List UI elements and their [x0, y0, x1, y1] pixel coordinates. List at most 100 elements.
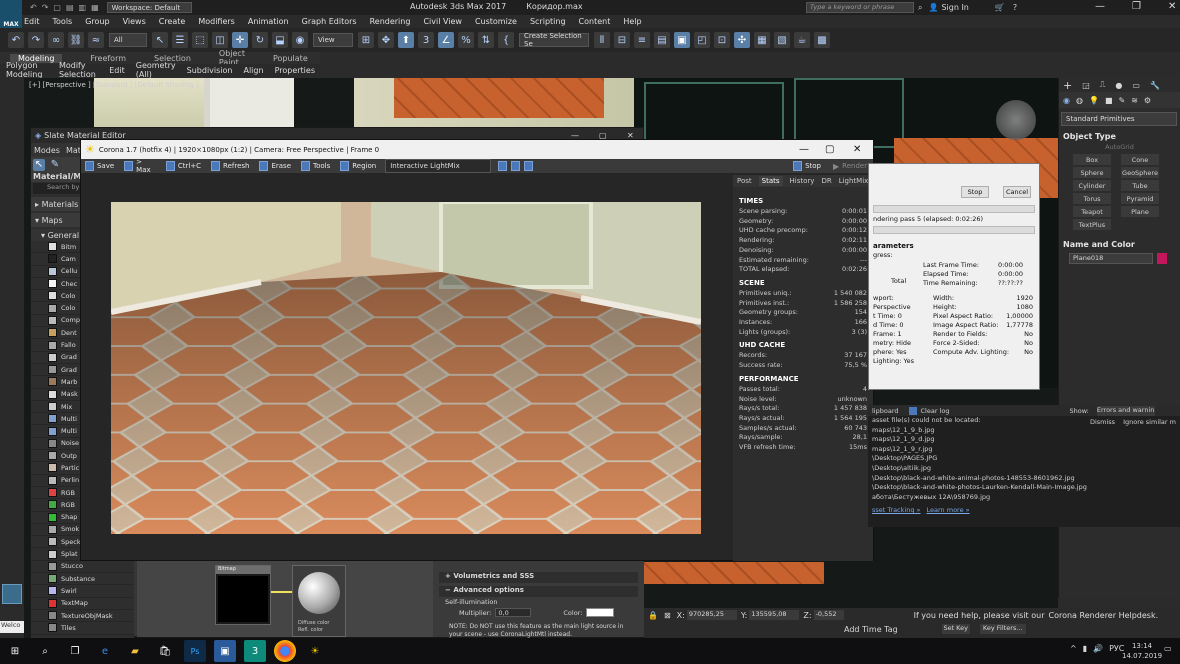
curve-editor-icon[interactable]: ◰ — [694, 32, 710, 48]
geometry-category-icon[interactable]: ◉ — [1063, 96, 1070, 105]
photoshop-icon[interactable]: Ps — [184, 640, 206, 662]
rect-selection-icon[interactable]: ⬚ — [192, 32, 208, 48]
rendered-frame-icon[interactable]: ▧ — [774, 32, 790, 48]
region-button[interactable]: Region — [352, 162, 376, 170]
vfb-minimize-icon[interactable]: — — [799, 144, 809, 155]
y-coord-field[interactable]: 135595,08 — [749, 610, 800, 620]
refresh-button[interactable]: Refresh — [223, 162, 249, 170]
menu-create[interactable]: Create — [159, 17, 186, 26]
key-filters-button[interactable]: Key Filters... — [979, 624, 1026, 634]
to-max-button[interactable]: > Max — [136, 158, 156, 174]
reference-coord-dropdown[interactable]: View — [313, 33, 353, 47]
render-button[interactable]: Render — [842, 162, 867, 170]
pyramid-button[interactable]: Pyramid — [1121, 193, 1159, 204]
spacewarps-category-icon[interactable]: ≋ — [1131, 96, 1138, 105]
object-type-header[interactable]: Object Type — [1063, 132, 1176, 141]
corona-taskbar-icon[interactable]: ☀ — [304, 640, 326, 662]
lock-selection-icon[interactable]: 🔒 — [648, 611, 658, 620]
zoom-out-icon[interactable] — [511, 161, 521, 171]
cylinder-button[interactable]: Cylinder — [1073, 180, 1111, 191]
ribbon-toggle-icon[interactable]: ▣ — [674, 32, 690, 48]
material-editor-icon[interactable]: ✣ — [734, 32, 750, 48]
close-icon[interactable]: ✕ — [1168, 1, 1176, 12]
redo-icon[interactable]: ↷ — [28, 32, 44, 48]
cone-button[interactable]: Cone — [1121, 154, 1159, 165]
map-list-item[interactable]: TextMap — [31, 598, 134, 610]
select-manipulate-icon[interactable]: ✥ — [378, 32, 394, 48]
parameters-header[interactable]: arameters — [873, 242, 1039, 250]
task-view-icon[interactable]: ❐ — [64, 640, 86, 662]
tab-stats[interactable]: Stats — [758, 176, 783, 186]
sign-in-link[interactable]: Sign In — [941, 3, 968, 12]
helpers-category-icon[interactable]: ✎ — [1119, 96, 1126, 105]
node-view[interactable]: Bitmap Diffuse color Refl. color — [137, 561, 433, 637]
render-setup-icon[interactable]: ▦ — [754, 32, 770, 48]
layer-explorer-icon[interactable]: ≡ — [634, 32, 650, 48]
advanced-rollout[interactable]: − Advanced options — [439, 586, 638, 597]
angle-snap-icon[interactable]: ∠ — [438, 32, 454, 48]
slate-select-icon[interactable]: ↖ — [33, 158, 45, 171]
named-selection-dropdown[interactable]: Create Selection Se — [519, 32, 589, 48]
slate-pick-icon[interactable]: ✎ — [49, 158, 61, 171]
absolute-mode-icon[interactable]: ⊠ — [664, 611, 671, 620]
ribbon-sub-align[interactable]: Align — [243, 66, 263, 75]
multiplier-field[interactable]: 0,0 — [495, 608, 532, 617]
tab-post[interactable]: Post — [737, 177, 752, 185]
menu-civil-view[interactable]: Civil View — [423, 17, 462, 26]
minimize-icon[interactable]: — — [1095, 1, 1105, 12]
network-icon[interactable]: ▮ — [1083, 644, 1087, 653]
render-online-icon[interactable]: ▩ — [814, 32, 830, 48]
scale-icon[interactable]: ⬓ — [272, 32, 288, 48]
bitmap-node[interactable]: Bitmap — [215, 565, 271, 625]
tab-history[interactable]: History — [790, 177, 815, 185]
clock-date[interactable]: 14.07.2019 — [1122, 651, 1162, 661]
ribbon-sub-modify-selection[interactable]: Modify Selection — [59, 61, 98, 79]
undo-icon[interactable]: ↶ — [8, 32, 24, 48]
store-icon[interactable]: 🛍 — [154, 640, 176, 662]
tab-lightmix[interactable]: LightMix — [839, 177, 869, 185]
map-list-item[interactable]: Stucco — [31, 561, 134, 574]
scene-explorer-icon[interactable]: ▤ — [654, 32, 670, 48]
map-list-item[interactable]: Substance — [31, 573, 134, 586]
modify-tab-icon[interactable]: ◲ — [1082, 81, 1090, 90]
window-crossing-icon[interactable]: ◫ — [212, 32, 228, 48]
clock-time[interactable]: 13:14 — [1122, 641, 1162, 651]
utilities-tab-icon[interactable]: 🔧 — [1150, 81, 1160, 90]
menu-scripting[interactable]: Scripting — [530, 17, 566, 26]
volumetrics-rollout[interactable]: + Volumetrics and SSS — [439, 572, 638, 583]
ribbon-sub-polygon-modeling[interactable]: Polygon Modeling — [6, 61, 48, 79]
viewcube-icon[interactable] — [996, 100, 1036, 140]
copy-button[interactable]: Ctrl+C — [178, 162, 201, 170]
learn-more-link[interactable]: Learn more » — [927, 506, 970, 514]
helpdesk-link[interactable]: Corona Renderer Helpdesk. — [1049, 611, 1159, 620]
lights-category-icon[interactable]: 💡 — [1089, 96, 1099, 105]
app-logo[interactable]: MAX — [0, 0, 22, 28]
clipboard-button[interactable]: lipboard — [872, 407, 899, 415]
slot-diffuse[interactable]: Diffuse color — [298, 620, 345, 626]
map-list-item[interactable]: Tiles — [31, 622, 134, 635]
z-coord-field[interactable]: -0,552 — [813, 610, 844, 620]
link-icon[interactable]: ∞ — [48, 32, 64, 48]
erase-button[interactable]: Erase — [271, 162, 291, 170]
material-node[interactable]: Diffuse color Refl. color — [292, 565, 346, 637]
menu-animation[interactable]: Animation — [248, 17, 289, 26]
textplus-button[interactable]: TextPlus — [1073, 219, 1111, 230]
move-icon[interactable]: ✛ — [232, 32, 248, 48]
geosphere-button[interactable]: GeoSphere — [1121, 167, 1159, 178]
vfb-maximize-icon[interactable]: ▢ — [825, 144, 834, 155]
mirror-icon[interactable]: ⫴ — [594, 32, 610, 48]
vfb-close-icon[interactable]: ✕ — [853, 144, 861, 155]
box-button[interactable]: Box — [1073, 154, 1111, 165]
bind-spacewarp-icon[interactable]: ≈ — [88, 32, 104, 48]
workspace-dropdown[interactable]: Workspace: Default — [106, 2, 192, 13]
open-quick-icon[interactable]: ▤ — [66, 3, 74, 12]
undo-quick-icon[interactable]: ↶ — [30, 3, 37, 12]
chrome-icon[interactable] — [274, 640, 296, 662]
show-filter-dropdown[interactable]: Errors and warnin — [1096, 405, 1155, 416]
save-quick-icon[interactable]: ▥ — [79, 3, 87, 12]
file-explorer-icon[interactable]: ▰ — [124, 640, 146, 662]
viewport-label[interactable]: [+] [Perspective ] [Standard ] [Default … — [29, 81, 199, 89]
rendered-image[interactable] — [111, 202, 701, 534]
edge-icon[interactable]: e — [94, 640, 116, 662]
zoom-fit-icon[interactable] — [524, 161, 534, 171]
